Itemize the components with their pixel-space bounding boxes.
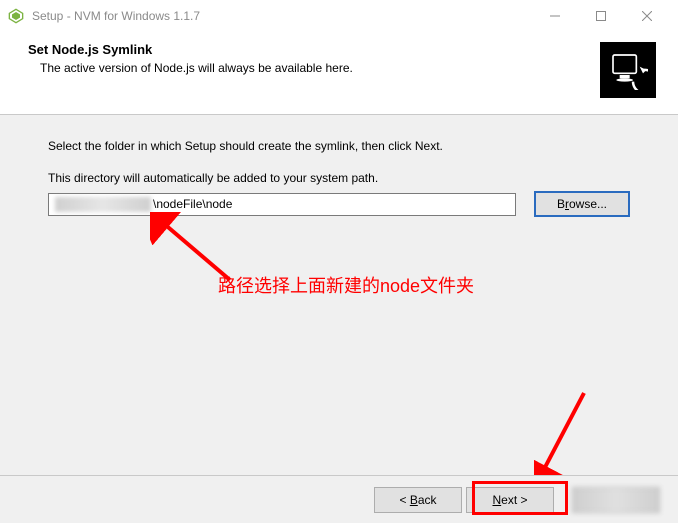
- installer-icon: [600, 42, 656, 98]
- window-controls: [532, 0, 670, 32]
- redacted-path-prefix: [55, 197, 151, 212]
- wizard-footer: < Back Next >: [0, 475, 678, 523]
- path-description: This directory will automatically be add…: [48, 171, 630, 185]
- minimize-button[interactable]: [532, 0, 578, 32]
- browse-button[interactable]: Browse...: [534, 191, 630, 217]
- wizard-header: Set Node.js Symlink The active version o…: [0, 32, 678, 115]
- window-titlebar: Setup - NVM for Windows 1.1.7: [0, 0, 678, 32]
- window-title: Setup - NVM for Windows 1.1.7: [32, 9, 532, 23]
- back-button[interactable]: < Back: [374, 487, 462, 513]
- path-value-text: \nodeFile\node: [153, 197, 232, 211]
- wizard-content: Select the folder in which Setup should …: [0, 115, 678, 475]
- instruction-text: Select the folder in which Setup should …: [48, 139, 630, 153]
- maximize-button[interactable]: [578, 0, 624, 32]
- app-icon: [8, 8, 24, 24]
- next-button[interactable]: Next >: [466, 487, 554, 513]
- close-button[interactable]: [624, 0, 670, 32]
- cancel-button-blurred[interactable]: [572, 487, 660, 513]
- page-title: Set Node.js Symlink: [28, 42, 353, 57]
- symlink-path-input[interactable]: \nodeFile\node: [48, 193, 516, 216]
- page-subtitle: The active version of Node.js will alway…: [40, 61, 353, 75]
